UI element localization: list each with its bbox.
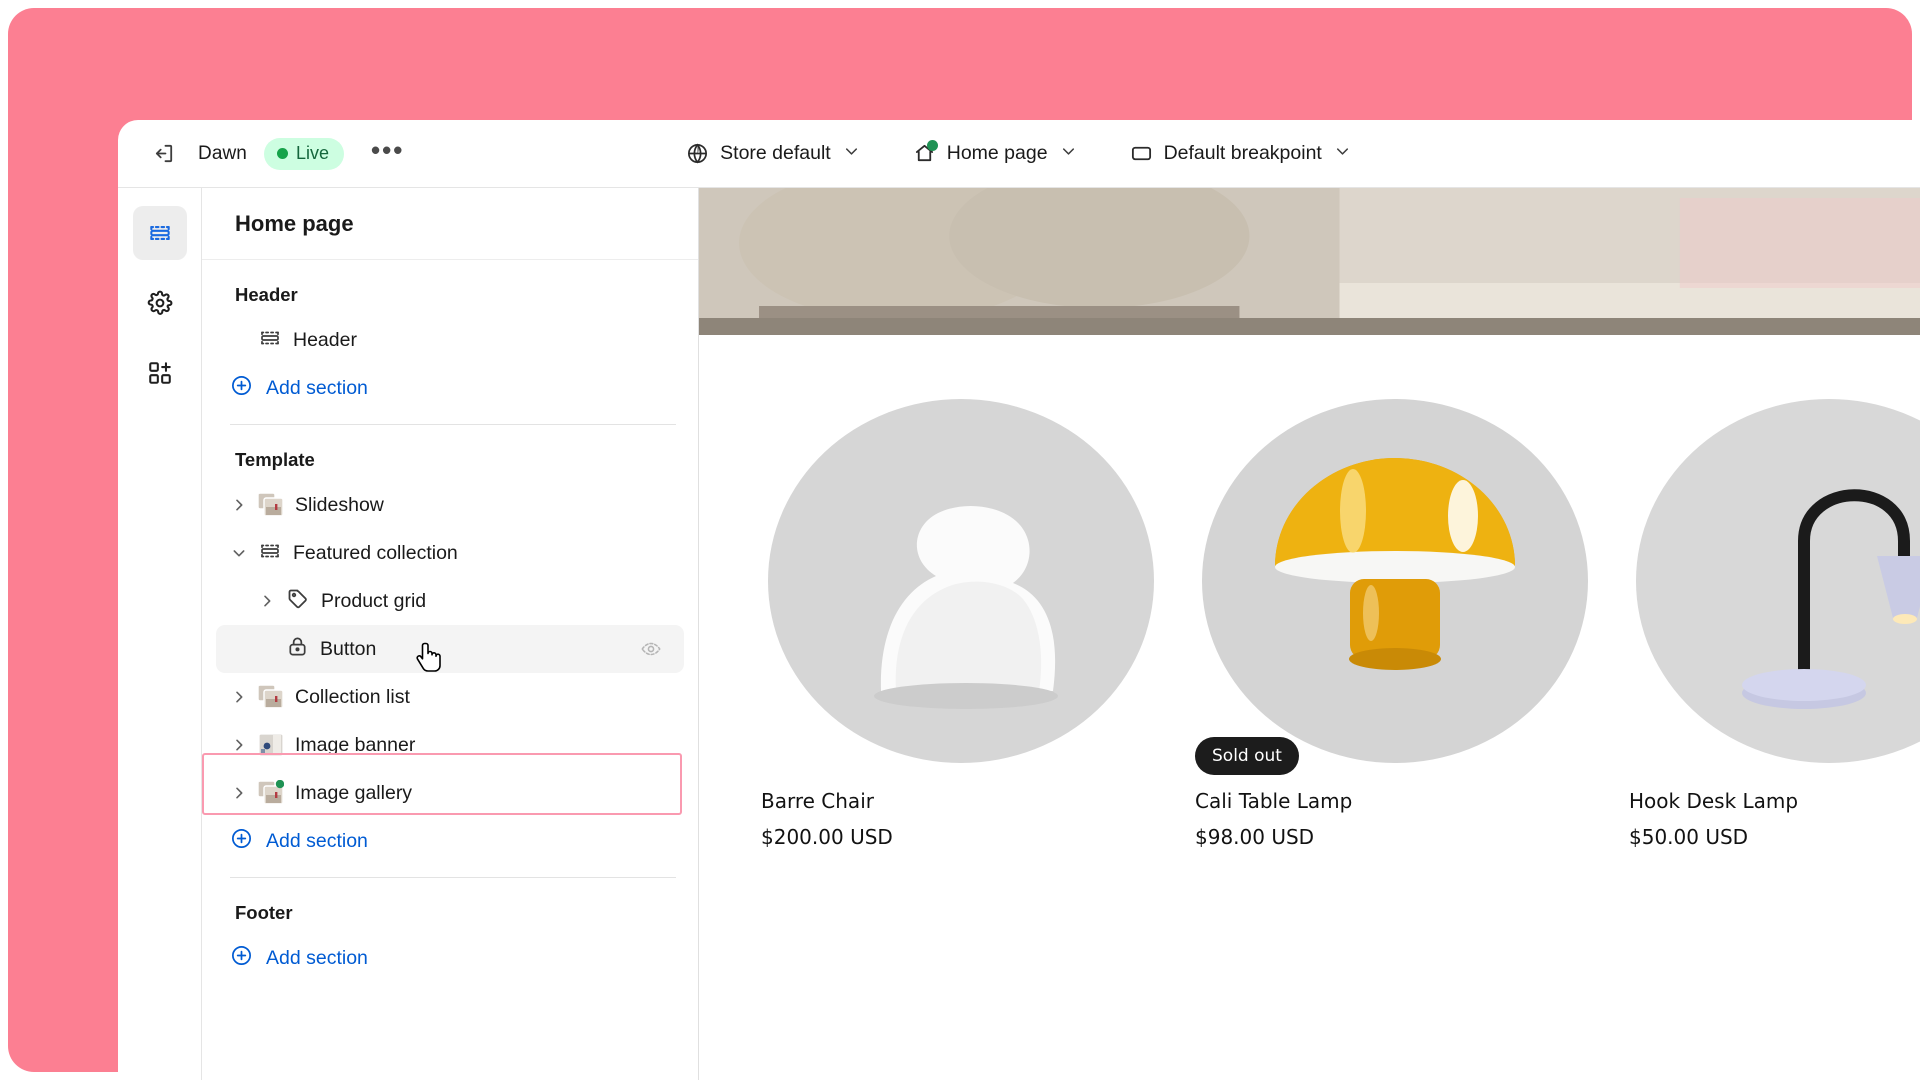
image-thumb: [258, 732, 284, 758]
product-grid: Barre Chair $200.00 USD Sold out Cali Ta…: [699, 335, 1920, 849]
sections-sidebar: Home page Header Header Add section Temp…: [202, 188, 699, 1080]
image-stack-thumb: [258, 780, 284, 806]
add-section-label: Add section: [266, 829, 368, 852]
tree-row-collection-list[interactable]: Collection list: [216, 673, 684, 721]
page-changed-badge: [926, 140, 938, 151]
product-title: Barre Chair: [761, 789, 874, 813]
product-card[interactable]: Barre Chair $200.00 USD: [761, 391, 1161, 849]
rail-item-apps[interactable]: [133, 346, 187, 400]
tree-row-product-grid[interactable]: Product grid: [216, 577, 684, 625]
product-card[interactable]: Sold out Cali Table Lamp $98.00 USD: [1195, 391, 1595, 849]
topbar-left-group: Dawn Live •••: [118, 137, 414, 171]
chevron-right-icon[interactable]: [230, 736, 248, 754]
chevron-down-icon: [1059, 142, 1078, 166]
tree-row-label: Button: [320, 637, 377, 660]
tree-row-label: Collection list: [295, 685, 410, 708]
page-selector[interactable]: Home page: [902, 135, 1089, 173]
group-label-footer: Footer: [235, 902, 293, 923]
tree-row-slideshow[interactable]: Slideshow: [216, 481, 684, 529]
page-title: Home page: [235, 210, 354, 236]
tree-row-featured-collection[interactable]: Featured collection: [216, 529, 684, 577]
chevron-right-icon[interactable]: [230, 496, 248, 514]
tree-row-label: Header: [293, 328, 357, 351]
group-label-template: Template: [235, 449, 315, 470]
more-options-button[interactable]: •••: [361, 137, 414, 169]
product-price: $200.00 USD: [761, 825, 893, 849]
exit-icon[interactable]: [147, 137, 181, 171]
store-locale-label: Store default: [720, 142, 831, 164]
chevron-right-icon[interactable]: [230, 688, 248, 706]
tree-row-label: Product grid: [321, 589, 427, 612]
sections-icon: [258, 326, 282, 355]
tree-row-label: Slideshow: [295, 493, 384, 516]
add-section-footer[interactable]: Add section: [216, 934, 684, 982]
add-section-label: Add section: [266, 376, 368, 399]
chevron-down-icon: [842, 142, 861, 166]
rail-item-settings[interactable]: [133, 276, 187, 330]
theme-editor-window: Dawn Live ••• Store default Home page De…: [118, 120, 1920, 1080]
desktop-icon: [1130, 142, 1153, 165]
product-image: [1195, 391, 1595, 771]
tree-row-label: Image banner: [295, 733, 416, 756]
home-icon: [913, 140, 938, 165]
chevron-down-icon: [1333, 142, 1352, 166]
breakpoint-label: Default breakpoint: [1163, 142, 1322, 164]
status-dot-icon: [276, 147, 288, 159]
left-icon-rail: [118, 188, 202, 1080]
image-stack-thumb: [258, 684, 284, 710]
tree-row-header[interactable]: Header: [216, 316, 684, 364]
theme-name: Dawn: [198, 142, 247, 164]
product-price: $50.00 USD: [1629, 825, 1749, 849]
rail-item-sections[interactable]: [132, 206, 187, 260]
image-stack-thumb: [258, 492, 284, 518]
status-badge: Live: [263, 137, 345, 170]
product-image: [1629, 391, 1920, 771]
add-section-label: Add section: [266, 946, 368, 969]
tree-row-label: Image gallery: [295, 781, 413, 804]
tag-icon: [286, 587, 310, 616]
globe-icon: [686, 142, 709, 165]
product-title: Cali Table Lamp: [1195, 789, 1353, 813]
breakpoint-selector[interactable]: Default breakpoint: [1119, 135, 1363, 173]
product-price: $98.00 USD: [1195, 825, 1315, 849]
sold-out-badge: Sold out: [1195, 737, 1299, 775]
top-bar: Dawn Live ••• Store default Home page De…: [118, 120, 1920, 188]
chevron-down-icon[interactable]: [230, 544, 248, 562]
group-label-header: Header: [235, 284, 298, 305]
product-image: [761, 391, 1161, 771]
sidebar-header: Home page: [202, 188, 698, 260]
hidden-eye-icon[interactable]: [640, 638, 662, 660]
plus-circle-icon: [230, 827, 253, 855]
plus-circle-icon: [230, 374, 253, 402]
tree-row-button[interactable]: Button: [216, 625, 684, 673]
lock-icon: [286, 635, 309, 663]
tree-row-image-banner[interactable]: Image banner: [216, 721, 684, 769]
chevron-right-icon[interactable]: [258, 592, 276, 610]
plus-circle-icon: [230, 944, 253, 972]
product-card[interactable]: Hook Desk Lamp $50.00 USD: [1629, 391, 1920, 849]
sections-icon: [258, 539, 282, 568]
add-section-template[interactable]: Add section: [216, 817, 684, 865]
hero-image-strip: [699, 188, 1920, 335]
tree-row-label: Featured collection: [293, 541, 458, 564]
add-section-header[interactable]: Add section: [216, 364, 684, 412]
page-selector-label: Home page: [946, 142, 1048, 164]
status-badge-label: Live: [295, 142, 330, 163]
editor-body: Home page Header Header Add section Temp…: [118, 188, 1920, 1080]
store-locale-selector[interactable]: Store default: [675, 135, 872, 173]
chevron-right-icon[interactable]: [230, 784, 248, 802]
product-title: Hook Desk Lamp: [1629, 789, 1799, 813]
tree-row-image-gallery[interactable]: Image gallery: [216, 769, 684, 817]
store-preview[interactable]: Barre Chair $200.00 USD Sold out Cali Ta…: [699, 188, 1920, 1080]
